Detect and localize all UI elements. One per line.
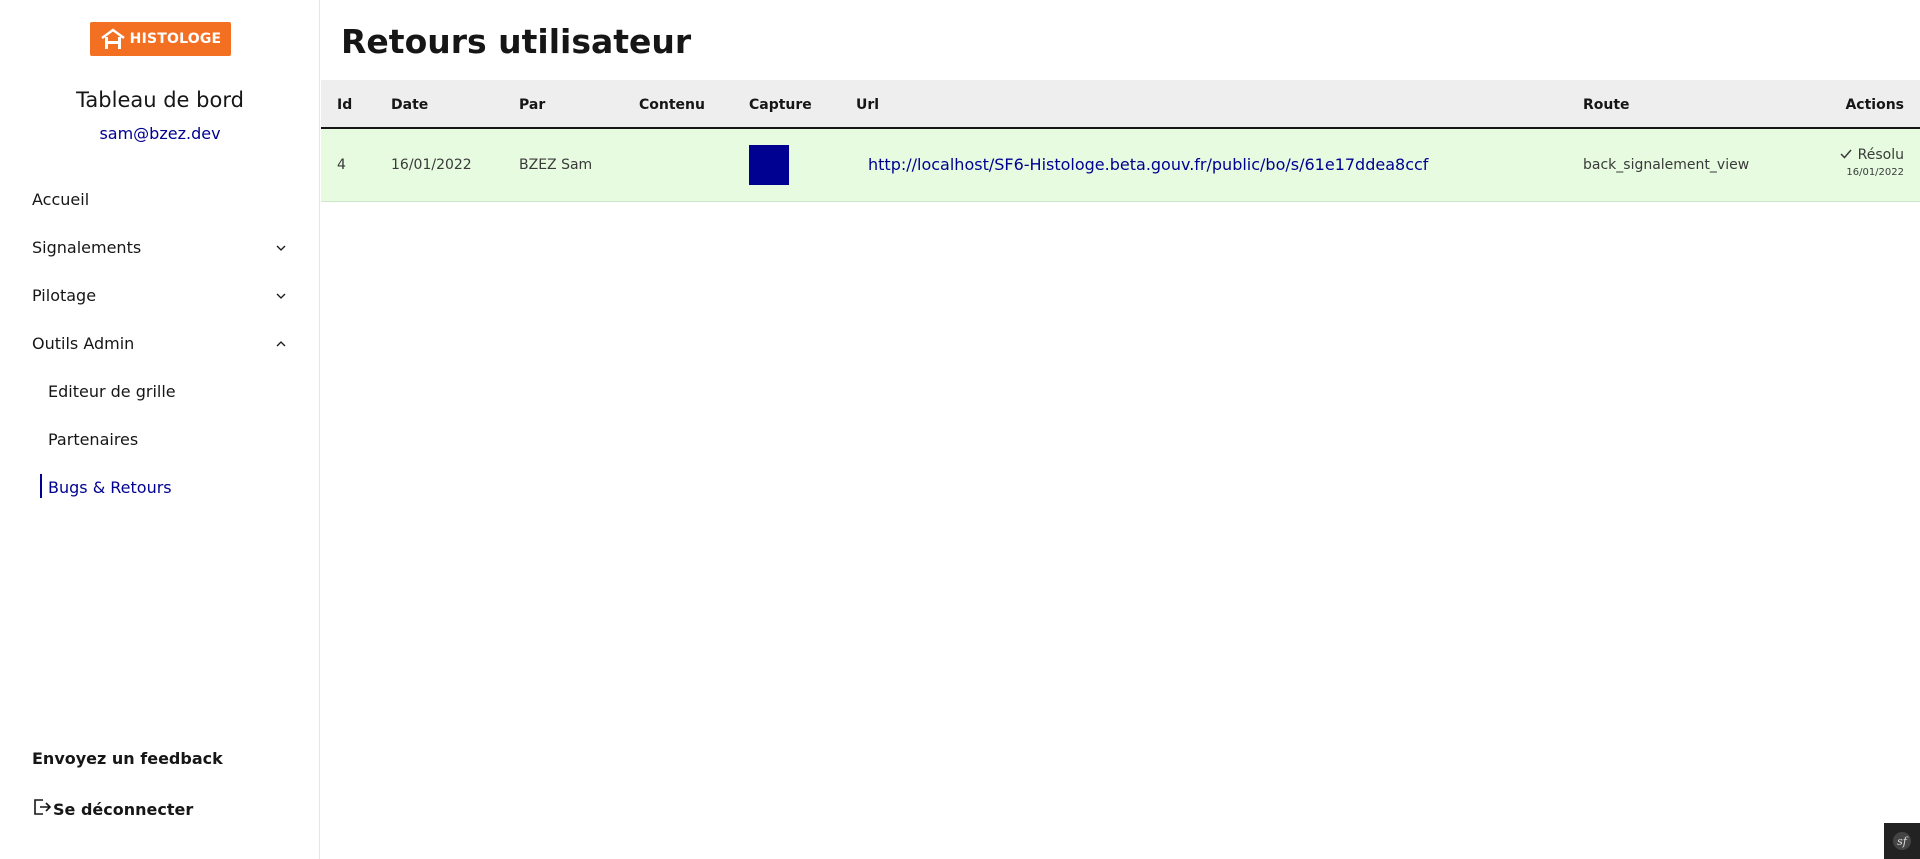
sub-item-partenaires[interactable]: Partenaires [48, 423, 288, 455]
sidebar: HISTOLOGE Tableau de bord sam@bzez.dev A… [0, 0, 320, 859]
column-header-url: Url [856, 97, 880, 113]
user-email: sam@bzez.dev [99, 124, 221, 143]
nav-item-label: Pilotage [32, 285, 97, 305]
column-header-date: Date [391, 97, 429, 113]
nav-item-signalements[interactable]: Signalements [32, 231, 288, 263]
resolved-status: Résolu [1840, 147, 1904, 163]
house-logo-icon [100, 28, 125, 49]
resolved-date: 16/01/2022 [1846, 167, 1904, 178]
resolved-label: Résolu [1857, 147, 1904, 163]
table-header: Id Date Par Contenu Capture Url Route Ac… [321, 80, 1920, 129]
cell-date: 16/01/2022 [391, 157, 472, 173]
logo-text: HISTOLOGE [129, 31, 222, 47]
cell-route: back_signalement_view [1583, 157, 1750, 173]
check-icon [1840, 147, 1852, 163]
sub-item-label: Bugs & Retours [48, 477, 172, 497]
column-header-contenu: Contenu [639, 97, 705, 113]
nav-item-label: Signalements [32, 237, 142, 257]
cell-par: BZEZ Sam [519, 157, 593, 173]
nav-item-pilotage[interactable]: Pilotage [32, 279, 288, 311]
active-indicator [40, 474, 42, 498]
feedback-table: Id Date Par Contenu Capture Url Route Ac… [321, 80, 1920, 202]
sub-item-bugs-retours[interactable]: Bugs & Retours [48, 471, 288, 503]
cell-id: 4 [337, 157, 346, 173]
nav-item-label: Outils Admin [32, 333, 135, 353]
sub-item-label: Partenaires [48, 429, 139, 449]
page-title: Retours utilisateur [341, 22, 692, 61]
logout-icon [32, 797, 52, 821]
table-row: 4 16/01/2022 BZEZ Sam http://localhost/S… [321, 129, 1920, 202]
column-header-route: Route [1583, 97, 1630, 113]
action-cell: Résolu 16/01/2022 [1840, 147, 1904, 178]
symfony-toolbar-icon[interactable]: sf [1884, 823, 1920, 859]
logout-button[interactable]: Se déconnecter [32, 797, 193, 821]
column-header-id: Id [337, 97, 353, 113]
column-header-par: Par [519, 97, 546, 113]
dashboard-title: Tableau de bord [76, 88, 244, 112]
sub-item-label: Editeur de grille [48, 381, 176, 401]
capture-thumbnail[interactable] [749, 145, 789, 185]
histologe-logo[interactable]: HISTOLOGE [90, 22, 231, 56]
sub-item-editeur-de-grille[interactable]: Editeur de grille [48, 375, 288, 407]
column-header-actions: Actions [1845, 97, 1904, 113]
chevron-up-icon [276, 336, 286, 350]
nav-item-outils-admin[interactable]: Outils Admin [32, 327, 288, 359]
logout-label: Se déconnecter [53, 799, 194, 819]
main-content: Retours utilisateur Id Date Par Contenu … [321, 0, 1920, 859]
nav-item-accueil[interactable]: Accueil [32, 183, 288, 215]
feedback-link[interactable]: Envoyez un feedback [32, 749, 223, 768]
chevron-down-icon [276, 288, 286, 302]
column-header-capture: Capture [749, 97, 812, 113]
chevron-down-icon [276, 240, 286, 254]
nav-item-label: Accueil [32, 189, 90, 209]
url-link[interactable]: http://localhost/SF6-Histologe.beta.gouv… [868, 155, 1428, 174]
